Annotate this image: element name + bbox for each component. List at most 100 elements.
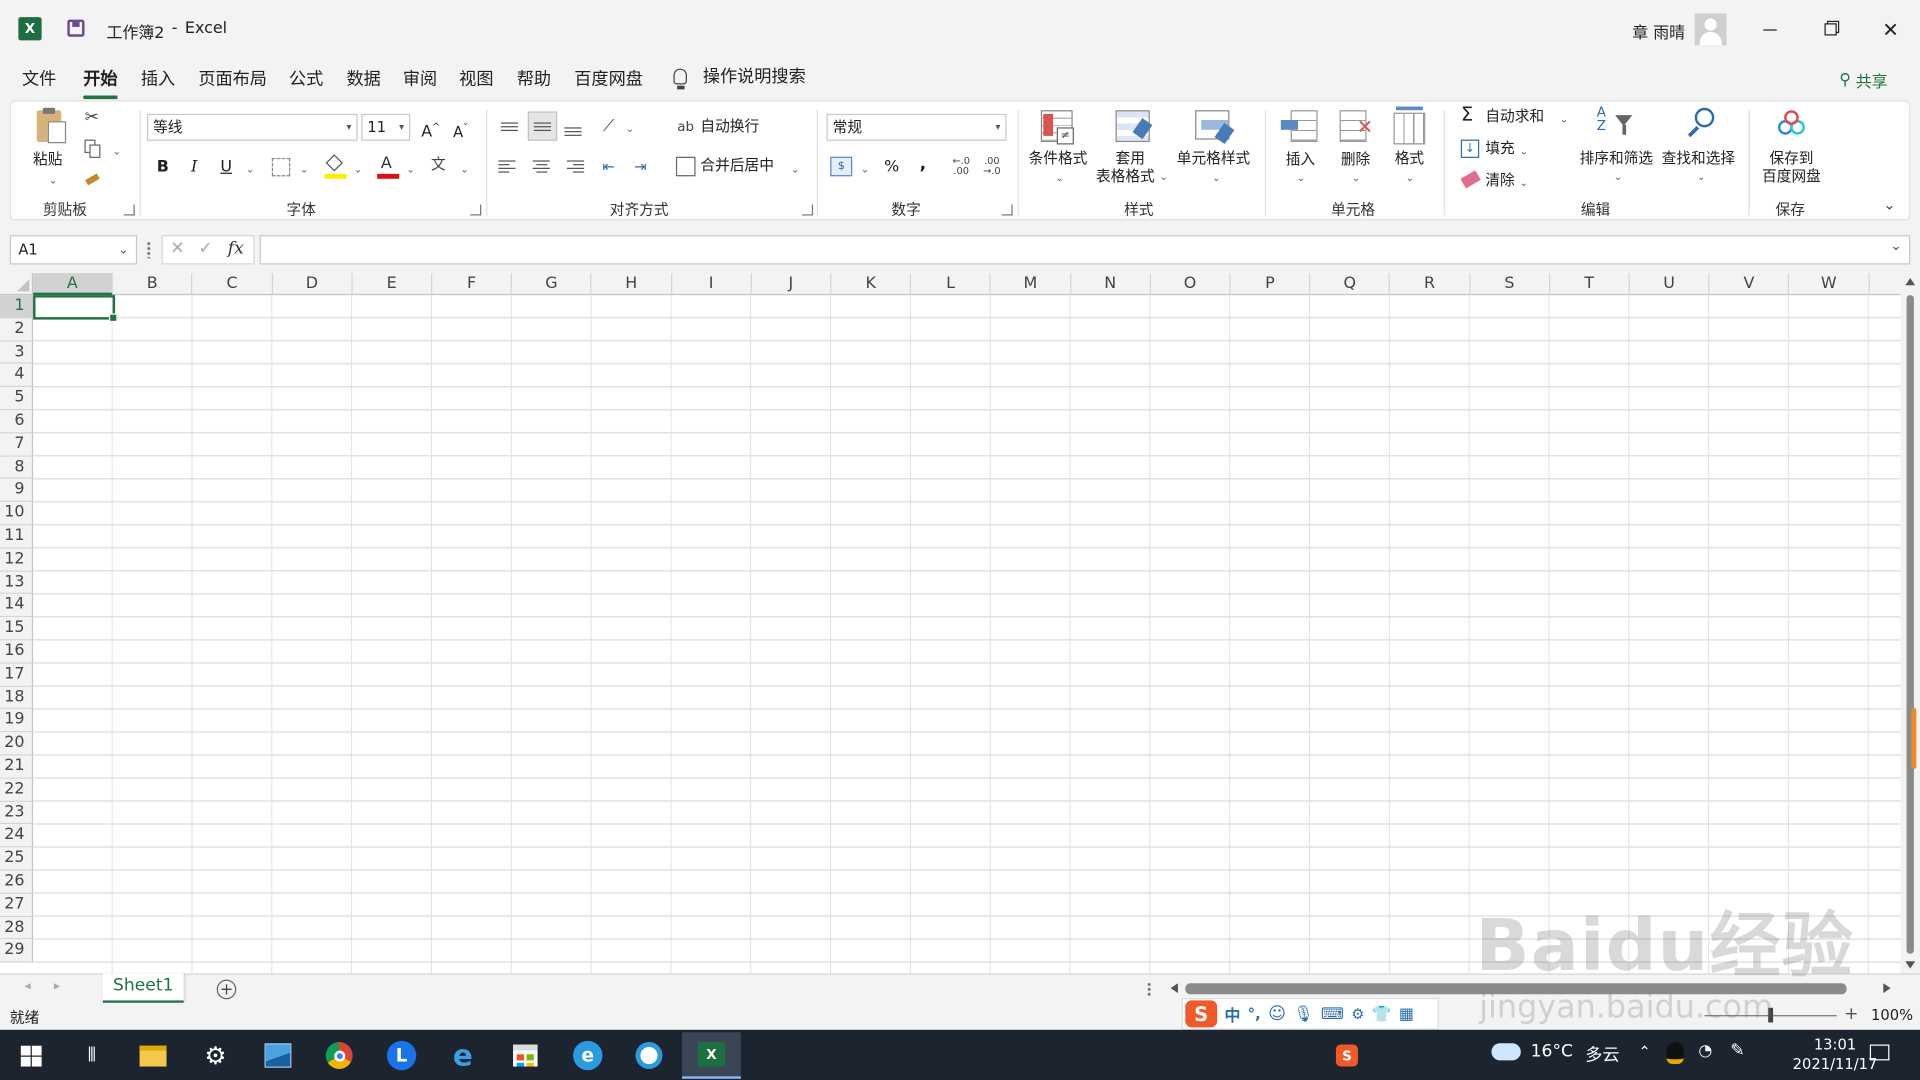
insert-dropdown-icon[interactable]: ⌄ — [1297, 169, 1305, 187]
orientation-dropdown-icon[interactable]: ⌄ — [626, 120, 634, 138]
fill-color-icon[interactable] — [324, 154, 347, 179]
worksheet-grid[interactable]: ABCDEFGHIJKLMNOPQRSTUVW 1 2 3 4 5 6 7 8 9 10 11 12 1… — [0, 273, 1901, 974]
decrease-indent-icon[interactable]: ⇤ — [596, 156, 620, 178]
name-box[interactable]: A1 ⌄ — [9, 235, 138, 265]
accounting-format-icon[interactable]: $ — [830, 156, 853, 177]
format-dropdown-icon[interactable]: ⌄ — [1406, 169, 1414, 187]
weather-cloud-icon[interactable] — [1491, 1043, 1521, 1061]
row-header-25[interactable]: 25 — [0, 847, 34, 871]
wifi-icon[interactable]: ◔ — [1698, 1042, 1712, 1060]
qq-icon[interactable] — [1666, 1042, 1684, 1065]
fill-color-dropdown-icon[interactable]: ⌄ — [354, 160, 362, 178]
fill-down-icon[interactable]: ↓ — [1460, 139, 1480, 158]
column-header-w[interactable]: W — [1789, 273, 1870, 296]
toolbox-icon[interactable]: ⚙ — [1351, 1005, 1364, 1022]
increase-font-button[interactable]: A^ — [421, 118, 440, 141]
tab-view[interactable]: 视图 — [459, 66, 493, 93]
align-left-icon[interactable] — [498, 157, 520, 177]
vertical-scrollbar[interactable] — [1900, 273, 1920, 974]
borders-icon[interactable] — [271, 157, 291, 177]
fill-button[interactable]: 填充 — [1485, 140, 1514, 158]
row-header-17[interactable]: 17 — [0, 663, 34, 687]
insert-function-button[interactable]: fx — [228, 239, 244, 259]
save-icon[interactable] — [67, 19, 85, 37]
avatar[interactable] — [1694, 13, 1727, 46]
scroll-right-icon[interactable] — [1883, 983, 1891, 994]
vertical-scroll-thumb[interactable] — [1906, 295, 1914, 954]
prev-sheet-icon[interactable]: ◂ — [24, 980, 30, 993]
column-header-e[interactable]: E — [352, 273, 433, 296]
column-header-f[interactable]: F — [432, 273, 513, 296]
zoom-level[interactable]: 100% — [1871, 1007, 1913, 1024]
row-header-8[interactable]: 8 — [0, 456, 34, 480]
row-header-21[interactable]: 21 — [0, 755, 34, 779]
cell-styles-icon[interactable] — [1194, 108, 1236, 147]
borders-dropdown-icon[interactable]: ⌄ — [300, 160, 308, 178]
italic-button[interactable]: I — [191, 158, 197, 176]
column-header-n[interactable]: N — [1071, 273, 1151, 296]
scroll-down-icon[interactable] — [1905, 961, 1916, 969]
font-color-icon[interactable]: A — [377, 154, 400, 179]
tab-data[interactable]: 数据 — [347, 66, 381, 93]
phonetic-icon[interactable]: 文 — [431, 156, 446, 174]
share-button[interactable]: ⚲ 共享 — [1839, 69, 1887, 92]
format-as-table-icon[interactable] — [1114, 108, 1153, 147]
row-header-7[interactable]: 7 — [0, 433, 34, 457]
insert-cells-icon[interactable] — [1280, 108, 1320, 147]
clipboard-launcher-icon[interactable] — [123, 204, 135, 216]
accounting-dropdown-icon[interactable]: ⌄ — [861, 160, 869, 178]
autosum-button[interactable]: 自动求和 — [1485, 108, 1544, 126]
row-header-19[interactable]: 19 — [0, 709, 34, 733]
underline-button[interactable]: U — [220, 158, 232, 176]
cell-styles-dropdown-icon[interactable]: ⌄ — [1212, 169, 1220, 187]
number-launcher-icon[interactable] — [1001, 204, 1013, 216]
delete-cells-button[interactable]: 删除 — [1341, 151, 1370, 169]
column-header-t[interactable]: T — [1550, 273, 1630, 296]
font-name-select[interactable]: 等线 ▾ — [146, 113, 358, 141]
tab-file[interactable]: 文件 — [22, 66, 56, 93]
collapse-ribbon-icon[interactable]: ⌄ — [1883, 196, 1895, 213]
delete-cells-icon[interactable]: ✕ — [1337, 108, 1376, 147]
align-bottom-icon[interactable] — [561, 119, 585, 143]
font-size-select[interactable]: 11 ▾ — [361, 113, 411, 141]
row-header-20[interactable]: 20 — [0, 732, 34, 756]
row-header-11[interactable]: 11 — [0, 525, 34, 549]
punctuation-icon[interactable]: °, — [1248, 1005, 1261, 1022]
tell-me-search[interactable]: 操作说明搜索 — [703, 64, 806, 91]
underline-dropdown-icon[interactable]: ⌄ — [246, 160, 254, 178]
row-header-23[interactable]: 23 — [0, 801, 34, 825]
column-header-b[interactable]: B — [113, 273, 193, 296]
sort-filter-button[interactable]: 排序和筛选 — [1580, 149, 1653, 167]
tab-insert[interactable]: 插入 — [141, 66, 175, 93]
column-header-p[interactable]: P — [1231, 273, 1311, 296]
column-header-k[interactable]: K — [831, 273, 912, 296]
formula-input[interactable]: ⌄ — [259, 235, 1911, 265]
row-header-24[interactable]: 24 — [0, 824, 34, 848]
restore-button[interactable] — [1810, 12, 1852, 46]
sort-dropdown-icon[interactable]: ⌄ — [1614, 168, 1622, 186]
row-header-12[interactable]: 12 — [0, 548, 34, 572]
column-header-r[interactable]: R — [1390, 273, 1471, 296]
weather[interactable]: 16°C 多云 — [1531, 1042, 1620, 1066]
task-view-icon[interactable]: ⫴ — [67, 1032, 116, 1079]
cancel-entry-icon[interactable]: ✕ — [170, 239, 184, 259]
cut-icon[interactable]: ✂ — [81, 107, 103, 129]
copy-dropdown-icon[interactable]: ⌄ — [113, 142, 121, 160]
select-all-corner[interactable] — [0, 273, 34, 296]
edge-icon[interactable]: e — [563, 1032, 612, 1079]
find-dropdown-icon[interactable]: ⌄ — [1697, 168, 1705, 186]
row-header-22[interactable]: 22 — [0, 778, 34, 802]
autosum-dropdown-icon[interactable]: ⌄ — [1560, 110, 1568, 128]
column-header-s[interactable]: S — [1470, 273, 1550, 296]
scroll-up-icon[interactable] — [1905, 277, 1916, 286]
column-header-q[interactable]: Q — [1310, 273, 1391, 296]
chrome-icon[interactable] — [315, 1032, 364, 1079]
pen-icon[interactable]: ✎ — [1730, 1041, 1744, 1061]
alignment-launcher-icon[interactable] — [802, 204, 814, 216]
sigma-icon[interactable]: Σ — [1461, 105, 1473, 125]
decrease-decimal-icon[interactable]: .00 →.0 — [980, 154, 1004, 178]
column-header-o[interactable]: O — [1151, 273, 1231, 296]
baidu-netdisk-icon[interactable] — [1776, 110, 1810, 139]
sort-filter-icon[interactable]: AZ — [1594, 105, 1638, 144]
minimize-button[interactable] — [1749, 12, 1791, 46]
